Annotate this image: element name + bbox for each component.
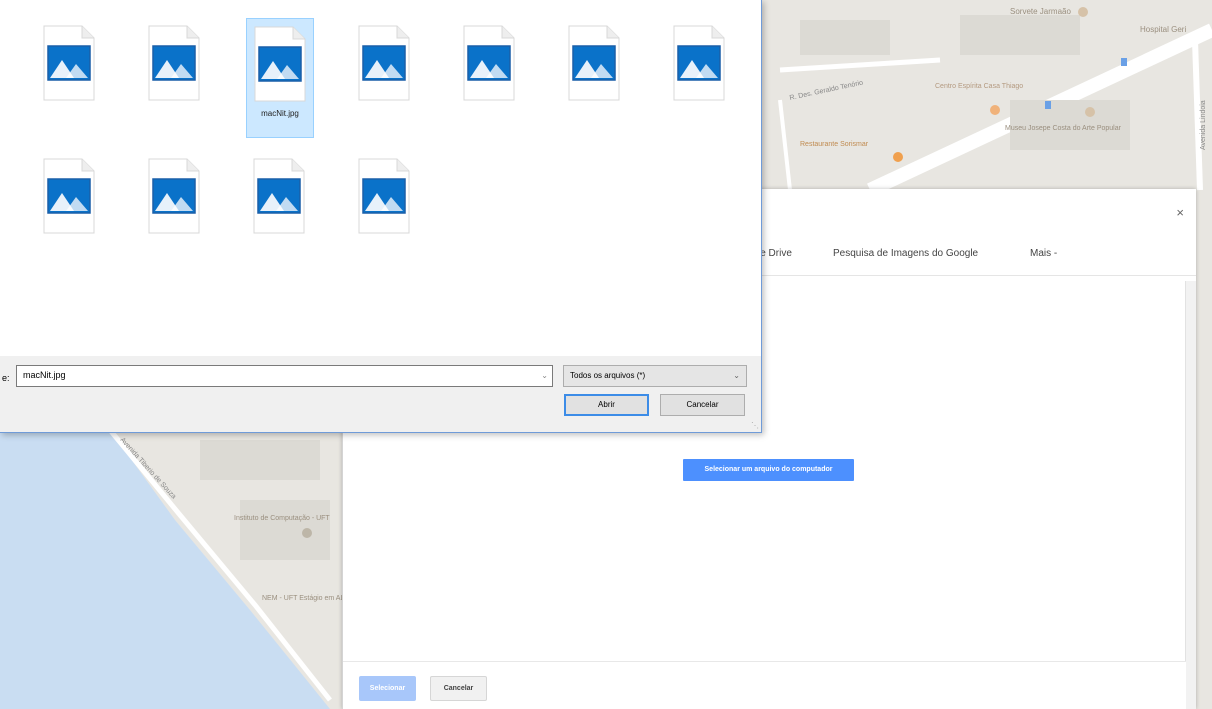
- filename-value: macNit.jpg: [23, 370, 66, 380]
- image-file-icon: [43, 158, 95, 234]
- chevron-down-icon[interactable]: ⌄: [541, 371, 548, 380]
- close-icon[interactable]: ×: [1176, 205, 1184, 220]
- map-label-place: Museu Josepe Costa do Arte Popular: [1005, 125, 1122, 132]
- bus-stop-icon: [1045, 101, 1051, 109]
- image-file-icon: [148, 25, 200, 101]
- image-file-icon: [148, 158, 200, 234]
- file-item[interactable]: [141, 18, 209, 138]
- poi-marker: [990, 105, 1000, 115]
- filename-input[interactable]: macNit.jpg ⌄: [16, 365, 553, 387]
- chevron-down-icon: ⌄: [733, 371, 740, 380]
- resize-grip-icon[interactable]: ⋱: [751, 421, 759, 430]
- picker-footer: Selecionar Cancelar: [343, 661, 1186, 709]
- image-file-icon: [43, 25, 95, 101]
- file-list: macNit.jpg: [8, 8, 750, 356]
- file-item[interactable]: [561, 18, 629, 138]
- open-file-dialog: macNit.jpg e: macNit.jpg ⌄ Todos os arqu…: [0, 0, 762, 433]
- poi-marker: [893, 152, 903, 162]
- file-item[interactable]: [456, 18, 524, 138]
- map-label-place: Hospital Geri: [1140, 25, 1186, 34]
- image-file-icon: [358, 158, 410, 234]
- select-button[interactable]: Selecionar: [359, 676, 416, 701]
- file-item[interactable]: [666, 18, 734, 138]
- image-file-icon: [254, 26, 306, 102]
- poi-marker: [1078, 7, 1088, 17]
- file-item[interactable]: [141, 151, 209, 271]
- image-file-icon: [673, 25, 725, 101]
- tab-more[interactable]: Mais -: [1030, 248, 1057, 259]
- image-file-icon: [463, 25, 515, 101]
- cancel-button[interactable]: Cancelar: [430, 676, 487, 701]
- scrollbar[interactable]: [1185, 281, 1196, 709]
- file-type-select[interactable]: Todos os arquivos (*) ⌄: [563, 365, 747, 387]
- file-item[interactable]: [351, 18, 419, 138]
- image-file-icon: [358, 25, 410, 101]
- poi-marker: [302, 528, 312, 538]
- bus-stop-icon: [1121, 58, 1127, 66]
- file-item[interactable]: [246, 151, 314, 271]
- image-file-icon: [253, 158, 305, 234]
- select-file-from-computer-button[interactable]: Selecionar um arquivo do computador: [683, 459, 854, 481]
- map-label-place: Instituto de Computação - UFT: [234, 515, 330, 522]
- map-label-place: Centro Espírita Casa Thiago: [935, 83, 1023, 90]
- map-label-place: NEM - UFT Estágio em AL: [262, 595, 344, 602]
- file-item[interactable]: macNit.jpg: [246, 18, 314, 138]
- file-type-value: Todos os arquivos (*): [570, 371, 646, 380]
- file-item[interactable]: [36, 18, 104, 138]
- map-label-place: Restaurante Sorismar: [800, 141, 869, 148]
- image-file-icon: [568, 25, 620, 101]
- file-dialog-bottom-bar: e: macNit.jpg ⌄ Todos os arquivos (*) ⌄ …: [0, 356, 761, 432]
- poi-marker: [1085, 107, 1095, 117]
- file-item[interactable]: [351, 151, 419, 271]
- tab-google-images[interactable]: Pesquisa de Imagens do Google: [833, 248, 978, 259]
- file-name: macNit.jpg: [261, 109, 299, 118]
- map-label-street: Avenida Lindoia: [1200, 100, 1207, 150]
- dialog-cancel-button[interactable]: Cancelar: [660, 394, 745, 416]
- map-label-place: Sorvete Jarmaão: [1010, 7, 1071, 16]
- file-item[interactable]: [36, 151, 104, 271]
- tab-drive[interactable]: le Drive: [758, 248, 792, 259]
- filename-label: e:: [2, 373, 10, 383]
- open-button[interactable]: Abrir: [564, 394, 649, 416]
